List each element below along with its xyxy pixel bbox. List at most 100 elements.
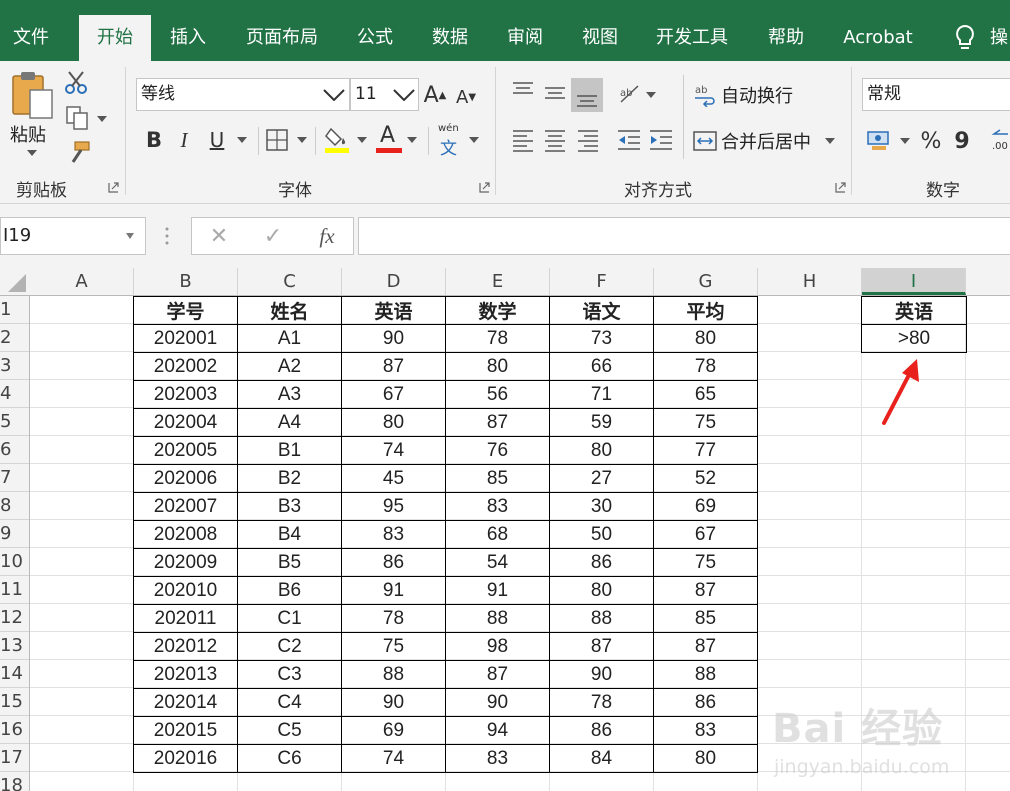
cell-english[interactable]: 95 <box>341 492 446 521</box>
tab-file[interactable]: 文件 <box>0 15 62 61</box>
grow-font-button[interactable]: A ▲ <box>422 79 448 111</box>
cell-math[interactable]: 56 <box>445 380 550 409</box>
cell-average[interactable]: 88 <box>653 660 758 689</box>
cell-name[interactable]: C3 <box>237 660 342 689</box>
header-cell-math[interactable]: 数学 <box>445 296 550 325</box>
row-header[interactable]: 9 <box>0 520 29 548</box>
tab-developer[interactable]: 开发工具 <box>649 15 735 61</box>
row-header[interactable]: 17 <box>0 744 29 772</box>
accounting-format-icon[interactable] <box>866 128 892 152</box>
cell-average[interactable]: 67 <box>653 520 758 549</box>
comma-style-button[interactable]: 9 <box>951 124 973 158</box>
cell-english[interactable]: 90 <box>341 324 446 353</box>
fill-color-dropdown-chevron-icon[interactable] <box>357 137 367 143</box>
font-color-button[interactable]: A <box>376 123 402 155</box>
header-cell-chinese[interactable]: 语文 <box>549 296 654 325</box>
cell-name[interactable]: C1 <box>237 604 342 633</box>
cell-student-id[interactable]: 202008 <box>133 520 238 549</box>
row-header[interactable]: 1 <box>0 296 29 324</box>
cell-name[interactable]: B4 <box>237 520 342 549</box>
row-header[interactable]: 13 <box>0 632 29 660</box>
cell-english[interactable]: 74 <box>341 436 446 465</box>
row-header[interactable]: 4 <box>0 380 29 408</box>
cell-english[interactable]: 45 <box>341 464 446 493</box>
criteria-value-cell[interactable]: >80 <box>861 324 967 353</box>
cell-english[interactable]: 83 <box>341 520 446 549</box>
cell-chinese[interactable]: 88 <box>549 604 654 633</box>
cell-chinese[interactable]: 87 <box>549 632 654 661</box>
cell-english[interactable]: 91 <box>341 576 446 605</box>
cell-name[interactable]: A3 <box>237 380 342 409</box>
cell-average[interactable]: 83 <box>653 716 758 745</box>
cell-english[interactable]: 90 <box>341 688 446 717</box>
italic-button[interactable]: I <box>170 124 198 156</box>
formula-input[interactable] <box>358 217 1010 255</box>
column-header-a[interactable]: A <box>30 268 134 295</box>
row-header[interactable]: 18 <box>0 772 29 791</box>
cell-chinese[interactable]: 71 <box>549 380 654 409</box>
header-cell-name[interactable]: 姓名 <box>237 296 342 325</box>
row-header[interactable]: 2 <box>0 324 29 352</box>
column-header-d[interactable]: D <box>342 268 446 295</box>
cell-english[interactable]: 78 <box>341 604 446 633</box>
row-header[interactable]: 3 <box>0 352 29 380</box>
tab-review[interactable]: 审阅 <box>496 15 554 61</box>
cell-chinese[interactable]: 59 <box>549 408 654 437</box>
cell-name[interactable]: C6 <box>237 744 342 773</box>
shrink-font-button[interactable]: A ▼ <box>453 81 479 113</box>
insert-function-icon[interactable]: fx <box>312 220 342 252</box>
underline-dropdown-chevron-icon[interactable] <box>237 137 247 143</box>
cell-math[interactable]: 88 <box>445 604 550 633</box>
criteria-header-cell[interactable]: 英语 <box>861 296 967 325</box>
cell-name[interactable]: A4 <box>237 408 342 437</box>
font-size-chevron-icon[interactable] <box>393 89 415 101</box>
cell-chinese[interactable]: 86 <box>549 716 654 745</box>
cell-english[interactable]: 75 <box>341 632 446 661</box>
cell-english[interactable]: 67 <box>341 380 446 409</box>
alignment-launcher-icon[interactable] <box>835 182 846 193</box>
cell-english[interactable]: 80 <box>341 408 446 437</box>
cell-math[interactable]: 80 <box>445 352 550 381</box>
cell-math[interactable]: 78 <box>445 324 550 353</box>
cell-math[interactable]: 68 <box>445 520 550 549</box>
enter-icon[interactable]: ✓ <box>258 220 288 252</box>
cell-student-id[interactable]: 202015 <box>133 716 238 745</box>
column-header-e[interactable]: E <box>446 268 550 295</box>
cancel-icon[interactable]: ✕ <box>204 220 234 252</box>
align-left-icon[interactable] <box>511 128 535 152</box>
formula-bar-drag-icon[interactable] <box>163 225 171 247</box>
cell-english[interactable]: 69 <box>341 716 446 745</box>
decrease-indent-icon[interactable] <box>616 128 642 152</box>
cell-student-id[interactable]: 202003 <box>133 380 238 409</box>
cell-name[interactable]: C5 <box>237 716 342 745</box>
row-header[interactable]: 11 <box>0 576 29 604</box>
increase-indent-icon[interactable] <box>648 128 674 152</box>
lightbulb-icon[interactable] <box>950 23 980 53</box>
cell-chinese[interactable]: 66 <box>549 352 654 381</box>
paste-dropdown-chevron-icon[interactable] <box>27 150 37 156</box>
cell-math[interactable]: 91 <box>445 576 550 605</box>
row-header[interactable]: 14 <box>0 660 29 688</box>
cell-student-id[interactable]: 202010 <box>133 576 238 605</box>
cell-student-id[interactable]: 202004 <box>133 408 238 437</box>
row-header[interactable]: 7 <box>0 464 29 492</box>
format-painter-icon[interactable] <box>65 140 91 166</box>
accounting-dropdown-chevron-icon[interactable] <box>900 138 910 144</box>
copy-icon[interactable] <box>65 105 91 131</box>
align-middle-icon[interactable] <box>543 81 567 105</box>
cell-chinese[interactable]: 90 <box>549 660 654 689</box>
tab-insert[interactable]: 插入 <box>157 15 219 61</box>
cell-chinese[interactable]: 86 <box>549 548 654 577</box>
cell-student-id[interactable]: 202009 <box>133 548 238 577</box>
cell-math[interactable]: 76 <box>445 436 550 465</box>
column-header-c[interactable]: C <box>238 268 342 295</box>
clipboard-launcher-icon[interactable] <box>108 182 119 193</box>
select-all-icon[interactable] <box>0 268 30 295</box>
copy-dropdown-chevron-icon[interactable] <box>97 116 107 122</box>
cell-student-id[interactable]: 202001 <box>133 324 238 353</box>
percent-style-button[interactable]: % <box>917 124 945 158</box>
cell-chinese[interactable]: 27 <box>549 464 654 493</box>
name-box-chevron-icon[interactable] <box>126 233 134 239</box>
cell-student-id[interactable]: 202006 <box>133 464 238 493</box>
cell-math[interactable]: 94 <box>445 716 550 745</box>
